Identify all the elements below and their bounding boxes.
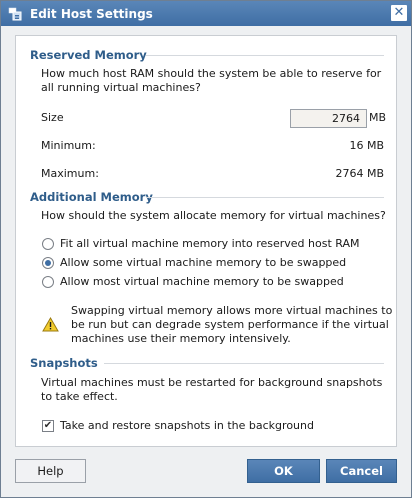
radio-swap-most[interactable] bbox=[42, 276, 54, 288]
option-label-swap-most: Allow most virtual machine memory to be … bbox=[60, 275, 344, 288]
size-unit: MB bbox=[369, 111, 387, 124]
radio-swap-some[interactable] bbox=[42, 257, 54, 269]
window-title: Edit Host Settings bbox=[30, 6, 153, 21]
cancel-button[interactable]: Cancel bbox=[326, 459, 397, 483]
snapshots-description-line1: Virtual machines must be restarted for b… bbox=[41, 376, 383, 389]
help-button[interactable]: Help bbox=[15, 459, 86, 483]
radio-fit-all[interactable] bbox=[42, 238, 54, 250]
section-divider bbox=[146, 55, 384, 56]
ok-button[interactable]: OK bbox=[247, 459, 320, 483]
reserved-memory-description-line1: How much host RAM should the system be a… bbox=[41, 67, 382, 80]
warning-text-line3: machines use their memory intensively. bbox=[71, 332, 291, 345]
background-snapshots-checkbox[interactable]: ✔ bbox=[42, 420, 54, 432]
close-icon: ✕ bbox=[393, 5, 405, 20]
reserved-memory-description-line2: all running virtual machines? bbox=[41, 81, 201, 94]
edit-host-settings-dialog: Edit Host Settings ✕ Reserved Memory How… bbox=[0, 0, 412, 498]
maximum-label: Maximum: bbox=[41, 167, 99, 180]
additional-memory-description: How should the system allocate memory fo… bbox=[41, 209, 386, 222]
size-label: Size bbox=[41, 111, 64, 124]
snapshots-heading: Snapshots bbox=[30, 356, 98, 370]
title-bar[interactable]: Edit Host Settings ✕ bbox=[1, 1, 411, 26]
close-button[interactable]: ✕ bbox=[391, 5, 407, 21]
additional-memory-heading: Additional Memory bbox=[30, 190, 153, 204]
host-settings-icon bbox=[8, 7, 22, 21]
section-divider bbox=[146, 197, 384, 198]
option-label-swap-some: Allow some virtual machine memory to be … bbox=[60, 256, 347, 269]
reserved-memory-heading: Reserved Memory bbox=[30, 48, 147, 62]
size-input[interactable]: 2764 bbox=[290, 109, 367, 128]
minimum-value: 16 MB bbox=[349, 139, 384, 152]
option-label-fit-all: Fit all virtual machine memory into rese… bbox=[60, 237, 360, 250]
background-snapshots-label: Take and restore snapshots in the backgr… bbox=[60, 419, 314, 432]
minimum-label: Minimum: bbox=[41, 139, 96, 152]
snapshots-description-line2: to take effect. bbox=[41, 390, 118, 403]
warning-text-line2: be run but can degrade system performanc… bbox=[71, 318, 389, 331]
warning-text-line1: Swapping virtual memory allows more virt… bbox=[71, 304, 393, 317]
maximum-value: 2764 MB bbox=[335, 167, 384, 180]
warning-icon bbox=[42, 316, 59, 332]
section-divider bbox=[104, 363, 384, 364]
settings-panel: Reserved Memory How much host RAM should… bbox=[15, 35, 397, 447]
